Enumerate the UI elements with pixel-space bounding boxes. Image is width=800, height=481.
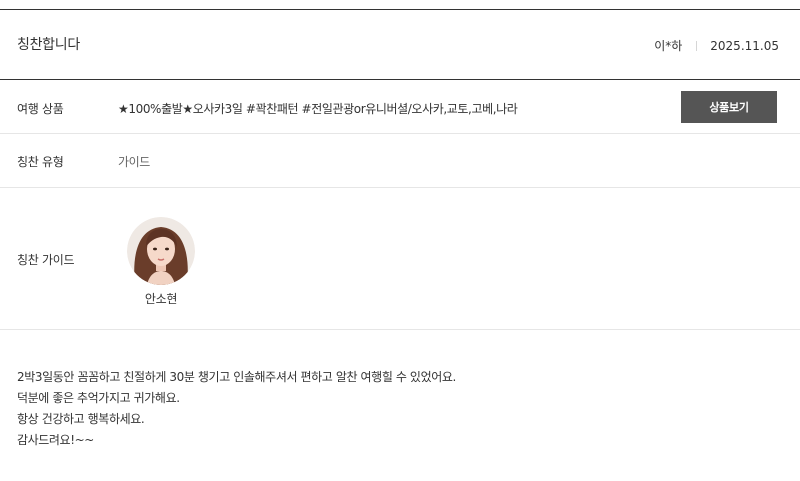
content-line: 덕분에 좋은 추억가지고 귀가해요. (17, 391, 180, 405)
view-product-button[interactable]: 상품보기 (681, 91, 777, 123)
content-line: 항상 건강하고 행복하세요. (17, 412, 145, 426)
post-date: 2025.11.05 (710, 38, 779, 53)
guide-avatar (127, 217, 195, 285)
post-title: 칭찬합니다 (17, 37, 80, 53)
guide-card: 안소현 (126, 217, 196, 307)
post-meta: 이*하 2025.11.05 (654, 37, 779, 54)
content-line: 2박3일동안 꼼꼼하고 친절하게 30분 챙기고 인솔해주셔서 편하고 알찬 여… (17, 370, 456, 384)
praise-type-row: 칭찬 유형 가이드 (0, 134, 800, 188)
praise-type-value: 가이드 (118, 155, 150, 169)
praise-type-label: 칭찬 유형 (17, 155, 64, 169)
author-name: 이*하 (654, 39, 683, 53)
guide-row: 칭찬 가이드 안소현 (0, 188, 800, 330)
product-row: 여행 상품 ★100%출발★오사카3일 #꽉찬패턴 #전일관광or유니버셜/오사… (0, 80, 800, 134)
product-label: 여행 상품 (17, 102, 64, 116)
praise-content: 2박3일동안 꼼꼼하고 친절하게 30분 챙기고 인솔해주셔서 편하고 알찬 여… (17, 367, 456, 451)
guide-name: 안소현 (144, 292, 178, 306)
content-line: 감사드려요!~~ (17, 433, 94, 447)
product-name: ★100%출발★오사카3일 #꽉찬패턴 #전일관광or유니버셜/오사카,교토,고… (118, 102, 518, 116)
guide-label: 칭찬 가이드 (17, 253, 75, 267)
meta-divider (696, 40, 698, 51)
post-header: 칭찬합니다 이*하 2025.11.05 (0, 10, 800, 80)
